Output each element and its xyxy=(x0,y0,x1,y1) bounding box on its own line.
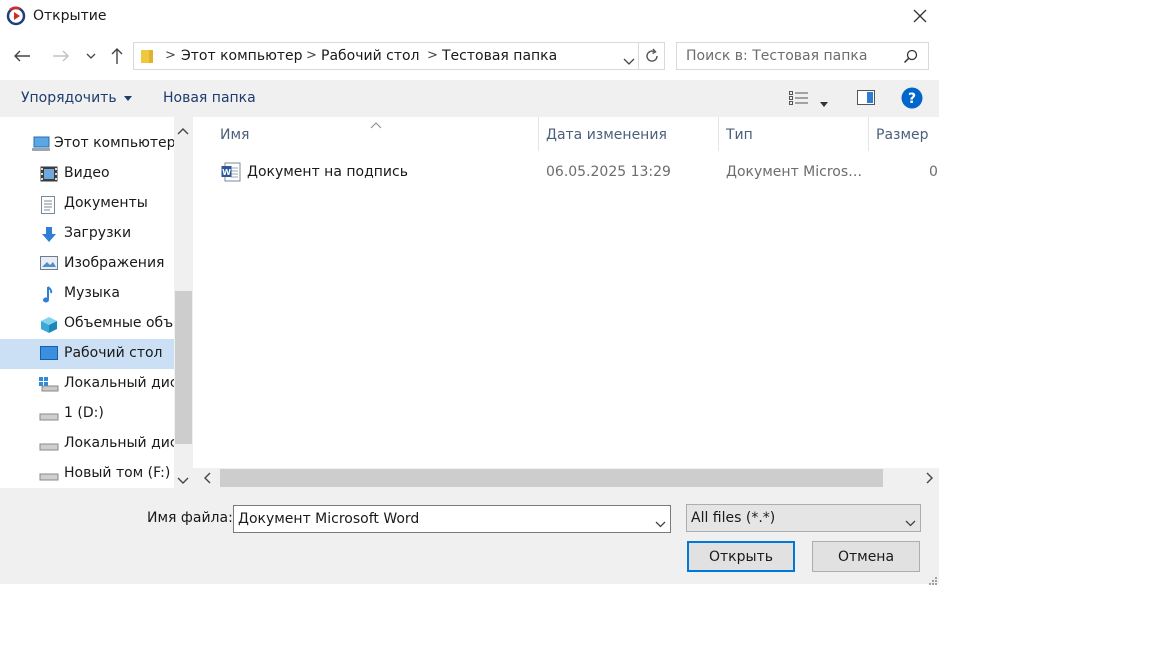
nav-label: Рабочий стол xyxy=(64,345,163,361)
search-icon[interactable] xyxy=(903,49,918,68)
column-divider[interactable] xyxy=(538,117,539,151)
breadcrumb-separator-icon: > xyxy=(306,48,317,63)
file-type-chevron-icon xyxy=(905,515,916,531)
nav-label: Музыка xyxy=(64,285,120,301)
view-dropdown-caret-icon[interactable] xyxy=(820,95,828,111)
refresh-icon[interactable] xyxy=(639,42,665,70)
filename-value: Документ Microsoft Word xyxy=(238,511,420,527)
scroll-right-arrow-icon[interactable] xyxy=(926,472,934,488)
open-file-dialog: Открытие > Этот компьютер > Рабочий стол… xyxy=(0,0,939,585)
recent-locations-chevron-icon[interactable] xyxy=(80,44,102,68)
file-name: Документ на подпись xyxy=(247,164,408,180)
scroll-down-arrow-icon[interactable] xyxy=(177,473,189,489)
nav-item-drive-e[interactable]: Локальный диск (E:) xyxy=(0,429,193,459)
file-list: Имя Дата изменения Тип Размер W Документ… xyxy=(193,117,939,468)
nav-item-3d-objects[interactable]: Объемные объекты xyxy=(0,309,193,339)
nav-item-drive-d[interactable]: 1 (D:) xyxy=(0,399,174,429)
new-folder-button[interactable]: Новая папка xyxy=(163,90,256,106)
file-type: Документ Microsoft Word xyxy=(726,164,863,180)
svg-text:W: W xyxy=(222,168,231,177)
cancel-button[interactable]: Отмена xyxy=(812,541,920,572)
horizontal-scrollbar-thumb[interactable] xyxy=(220,469,883,487)
sort-ascending-icon xyxy=(370,117,382,133)
close-icon[interactable] xyxy=(908,4,932,28)
dialog-footer xyxy=(0,488,939,584)
breadcrumb-this-pc[interactable]: Этот компьютер xyxy=(181,48,303,64)
drive-icon xyxy=(39,436,59,452)
resize-grip-icon[interactable] xyxy=(928,574,938,590)
search-placeholder: Поиск в: Тестовая папка xyxy=(686,48,868,64)
breadcrumb-desktop[interactable]: Рабочий стол xyxy=(321,48,420,64)
column-divider[interactable] xyxy=(718,117,719,151)
column-header-name[interactable]: Имя xyxy=(220,127,249,143)
drive-icon xyxy=(39,466,59,482)
breadcrumb-separator-icon: > xyxy=(427,48,438,63)
column-divider[interactable] xyxy=(868,117,869,151)
navigation-pane: Этот компьютер Видео Документы Загрузки … xyxy=(0,117,193,488)
video-icon xyxy=(40,166,58,182)
breadcrumb-separator-icon: > xyxy=(165,48,176,63)
nav-item-pictures[interactable]: Изображения xyxy=(0,249,174,279)
command-toolbar: Упорядочить Новая папка ? xyxy=(0,80,939,117)
file-type-select[interactable]: All files (*.*) xyxy=(686,504,921,532)
nav-scrollbar-thumb[interactable] xyxy=(175,291,192,444)
pictures-icon xyxy=(40,256,58,272)
help-icon[interactable]: ? xyxy=(901,87,923,113)
up-arrow-icon[interactable] xyxy=(105,44,129,68)
column-header-date[interactable]: Дата изменения xyxy=(546,127,667,143)
address-bar[interactable]: > Этот компьютер > Рабочий стол > Тестов… xyxy=(133,42,639,70)
file-type-value: All files (*.*) xyxy=(691,510,776,526)
forward-arrow-icon[interactable] xyxy=(49,44,73,68)
word-document-icon: W xyxy=(221,162,241,186)
nav-label: Загрузки xyxy=(64,225,132,241)
drive-icon xyxy=(39,406,59,422)
dropdown-caret-icon xyxy=(124,95,133,101)
filename-history-chevron-icon[interactable] xyxy=(655,516,666,532)
view-options-icon[interactable] xyxy=(789,91,809,109)
nav-item-downloads[interactable]: Загрузки xyxy=(0,219,174,249)
back-arrow-icon[interactable] xyxy=(10,44,34,68)
nav-item-video[interactable]: Видео xyxy=(0,159,174,189)
organize-button[interactable]: Упорядочить xyxy=(21,90,133,106)
app-logo-icon xyxy=(6,6,26,26)
desktop-icon xyxy=(40,346,58,362)
downloads-icon xyxy=(40,226,58,242)
music-icon xyxy=(40,286,58,303)
nav-label: Этот компьютер xyxy=(54,135,176,151)
window-title: Открытие xyxy=(33,8,107,24)
nav-label: Документы xyxy=(64,195,148,211)
file-date: 06.05.2025 13:29 xyxy=(546,164,671,180)
nav-item-music[interactable]: Музыка xyxy=(0,279,174,309)
folder-icon xyxy=(140,49,154,68)
nav-item-documents[interactable]: Документы xyxy=(0,189,174,219)
svg-text:?: ? xyxy=(908,91,916,107)
filename-label: Имя файла: xyxy=(147,510,233,526)
preview-pane-icon[interactable] xyxy=(857,90,875,109)
scroll-left-arrow-icon[interactable] xyxy=(203,472,211,488)
nav-label: Новый том (F:) xyxy=(64,465,171,481)
file-size: 0 КБ xyxy=(929,164,939,180)
windows-drive-icon xyxy=(39,376,59,392)
nav-label: 1 (D:) xyxy=(64,405,104,421)
computer-icon xyxy=(31,136,50,152)
nav-label: Изображения xyxy=(64,255,165,271)
scroll-up-arrow-icon[interactable] xyxy=(177,123,189,139)
column-header-size[interactable]: Размер xyxy=(876,127,929,143)
nav-label: Видео xyxy=(64,165,110,181)
open-button[interactable]: Открыть xyxy=(687,541,795,572)
nav-item-drive-f[interactable]: Новый том (F:) xyxy=(0,459,174,488)
organize-label: Упорядочить xyxy=(21,90,117,106)
column-header-type[interactable]: Тип xyxy=(726,127,753,143)
documents-icon xyxy=(40,196,58,214)
nav-item-drive-c[interactable]: Локальный диск (C:) xyxy=(0,369,193,399)
3d-objects-icon xyxy=(40,316,58,333)
title-bar: Открытие xyxy=(0,0,939,33)
search-input[interactable]: Поиск в: Тестовая папка xyxy=(676,42,929,70)
address-dropdown-chevron-icon[interactable] xyxy=(623,53,635,69)
breadcrumb-test-folder[interactable]: Тестовая папка xyxy=(442,48,557,64)
nav-item-desktop[interactable]: Рабочий стол xyxy=(0,339,174,369)
nav-item-this-pc[interactable]: Этот компьютер xyxy=(0,129,176,159)
filename-field[interactable]: Документ Microsoft Word xyxy=(233,505,671,533)
